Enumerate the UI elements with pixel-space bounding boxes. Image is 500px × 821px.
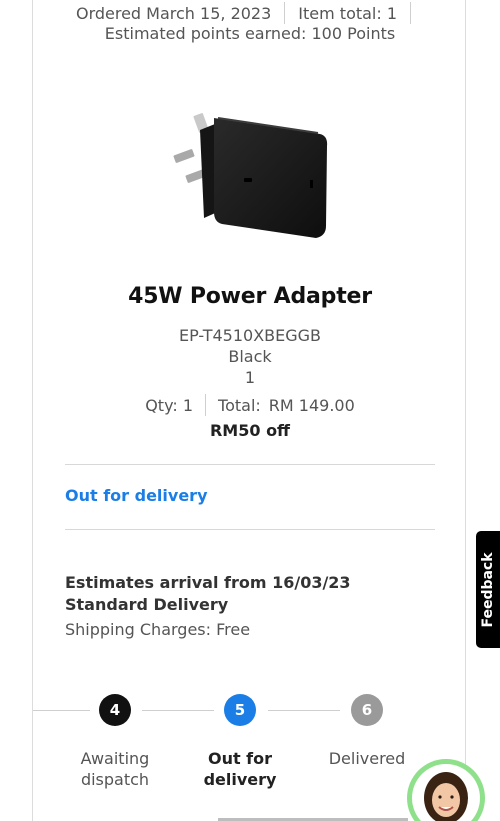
step-4-circle: 4 [99,694,131,726]
total-value: RM 149.00 [268,395,355,415]
estimated-arrival: Estimates arrival from 16/03/23 Standard… [65,573,351,614]
product-color: Black [228,347,272,366]
shipping-charges: Shipping Charges: Free [65,620,251,639]
discount-text: RM50 off [209,421,291,440]
order-meta-row: Ordered March 15, 2023 Item total: 1 [0,2,500,24]
step-5-circle: 5 [224,694,256,726]
product-model: EP-T4510XBEGGB [178,326,322,345]
stepper-connector [142,710,214,711]
step-6-circle: 6 [351,694,383,726]
item-total: Item total: 1 [298,3,398,23]
total-label: Total: [218,395,261,415]
stepper-connector [33,710,90,711]
chat-assistant-avatar-icon [412,764,480,821]
stepper-connector [268,710,340,711]
qty-total-row: Qty: 1 Total: RM 149.00 [0,394,500,416]
step-4-label: Awaiting dispatch [80,749,150,789]
qty-label: Qty: 1 [145,395,194,415]
feedback-label: Feedback [480,551,496,628]
estimated-points: Estimated points earned: 100 Points [104,24,396,43]
order-detail-page: Ordered March 15, 2023 Item total: 1 Est… [0,0,500,821]
order-date: Ordered March 15, 2023 [75,3,272,23]
product-quantity-value: 1 [244,368,256,387]
section-divider [65,529,435,530]
feedback-tab[interactable]: Feedback [476,531,500,648]
qty-divider [205,394,207,416]
delivery-status-link[interactable]: Out for delivery [65,486,208,505]
section-divider [65,464,435,465]
meta-divider [410,2,412,24]
meta-divider [284,2,286,24]
power-adapter-image [173,113,328,238]
product-title: 45W Power Adapter [128,284,372,309]
chat-assistant-button[interactable] [407,759,485,821]
step-6-label: Delivered [328,749,406,768]
step-5-label: Out for delivery [203,749,277,789]
